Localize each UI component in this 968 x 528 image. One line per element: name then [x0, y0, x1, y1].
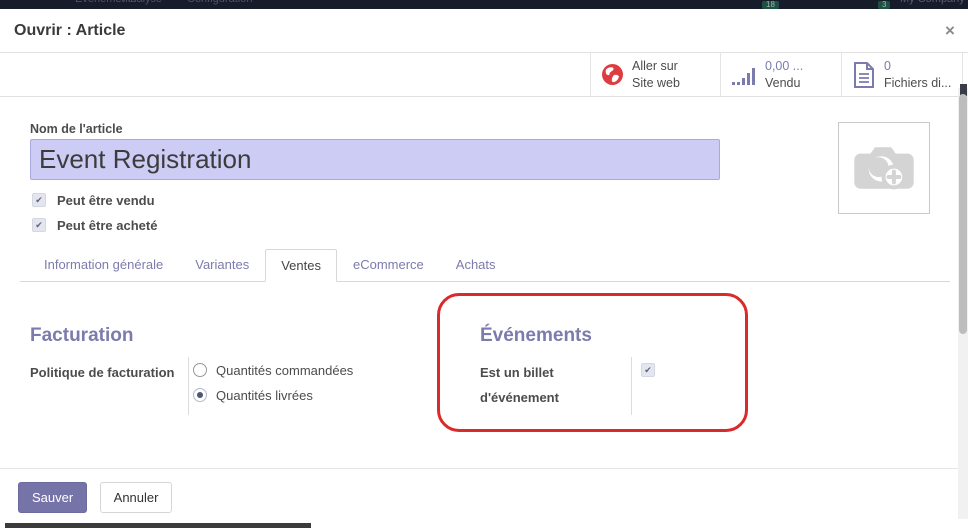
is-event-ticket-label: Est un billet d'événement [480, 365, 559, 405]
tab-variantes[interactable]: Variantes [179, 248, 265, 281]
radio-unselected-icon[interactable] [193, 363, 207, 377]
stat-button-label: Site web [632, 75, 680, 90]
can-be-sold-row: ✔ Peut être vendu [32, 192, 155, 208]
tab-bar: Information générale Variantes Ventes eC… [20, 248, 950, 282]
stat-button-value: 0,00 ... [765, 59, 804, 74]
facturation-section-title: Facturation [30, 325, 134, 346]
stat-button-label: Vendu [765, 75, 801, 90]
globe-icon [601, 63, 624, 86]
column-separator [631, 357, 632, 415]
background-menu-analyse: Analyse [123, 0, 162, 5]
attached-files-button[interactable]: 0 Fichiers di... [841, 53, 963, 96]
go-to-website-button[interactable]: Aller sur Site web [590, 53, 720, 96]
sold-stat-button[interactable]: 0,00 ... Vendu [720, 53, 841, 96]
radio-row-ordered-quantities: Quantités commandées [193, 362, 353, 378]
is-event-ticket-checkbox[interactable]: ✔ [641, 363, 655, 377]
close-icon[interactable]: × [938, 19, 962, 43]
can-be-purchased-label: Peut être acheté [57, 217, 158, 233]
delivered-quantities-label: Quantités livrées [216, 387, 313, 403]
tab-ventes[interactable]: Ventes [265, 249, 337, 282]
radio-selected-icon[interactable] [193, 388, 207, 402]
camera-plus-icon [851, 141, 917, 195]
product-modal: Ouvrir : Article × Aller sur Site web 0,… [0, 9, 968, 528]
modal-header: Ouvrir : Article × [0, 9, 968, 53]
modal-title: Ouvrir : Article [14, 21, 126, 39]
ordered-quantities-label: Quantités commandées [216, 362, 354, 378]
product-name-input[interactable] [30, 139, 720, 180]
evenements-section-title: Événements [480, 325, 592, 346]
background-menu-configuration: Configuration [187, 0, 252, 5]
tab-information-generale[interactable]: Information générale [28, 248, 179, 281]
topbar-company-name: My Company (San... [900, 0, 968, 5]
background-topbar: Événements Analyse Configuration 18 3 My… [0, 0, 968, 9]
can-be-sold-label: Peut être vendu [57, 192, 155, 208]
document-icon [852, 61, 876, 89]
background-bottom-strip [5, 523, 311, 528]
topbar-badge: 18 [762, 1, 779, 9]
product-name-label: Nom de l'article [30, 122, 123, 136]
stat-button-value: 0 [884, 59, 891, 74]
invoice-policy-label: Politique de facturation [30, 365, 175, 380]
save-button[interactable]: Sauver [18, 482, 88, 513]
bar-chart-icon [731, 62, 757, 88]
stat-button-label: Fichiers di... [884, 75, 952, 90]
checkbox-checked-icon[interactable]: ✔ [32, 193, 46, 207]
tab-achats[interactable]: Achats [440, 248, 512, 281]
tab-ecommerce[interactable]: eCommerce [337, 248, 440, 281]
column-separator [188, 357, 189, 415]
can-be-purchased-row: ✔ Peut être acheté [32, 217, 157, 233]
radio-row-delivered-quantities: Quantités livrées [193, 387, 313, 403]
topbar-badge: 3 [878, 1, 891, 9]
cancel-button[interactable]: Annuler [99, 482, 173, 513]
scrollbar-thumb[interactable] [959, 94, 967, 334]
stat-button-label: Aller sur [632, 59, 678, 74]
stat-button-row: Aller sur Site web 0,00 ... Vendu 0 Fich… [0, 53, 968, 97]
product-image-placeholder[interactable] [838, 122, 930, 214]
modal-footer: Sauver Annuler [0, 468, 968, 528]
checkbox-checked-icon[interactable]: ✔ [32, 218, 46, 232]
